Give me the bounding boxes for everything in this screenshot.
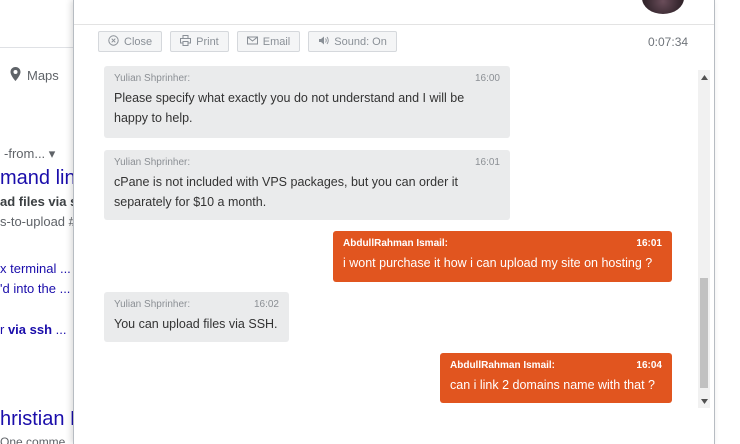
result-link-prefix: r — [0, 322, 8, 337]
message-text: You can upload files via SSH. — [114, 317, 278, 331]
message-time: 16:00 — [474, 73, 500, 84]
message-author: Yulian Shprinher: — [114, 299, 191, 310]
message-text: cPane is not included with VPS packages,… — [114, 175, 458, 209]
maps-tab[interactable]: Maps — [10, 67, 59, 84]
email-label: Email — [262, 35, 291, 48]
chat-window: Close Print Email Sound: On 0:07:34 Yuli… — [73, 0, 715, 444]
message-text: Please specify what exactly you do not u… — [114, 91, 465, 125]
message-incoming: Yulian Shprinher: 16:01 cPane is not incl… — [104, 150, 510, 220]
result-link-suffix: ... — [52, 322, 67, 337]
message-incoming: Yulian Shprinher: 16:00 Please specify wh… — [104, 66, 510, 138]
message-text: can i link 2 domains name with that ? — [450, 378, 655, 392]
result-link[interactable]: x terminal ... — [0, 261, 71, 276]
sound-toggle[interactable]: Sound: On — [308, 31, 397, 52]
close-circle-icon — [108, 34, 119, 49]
message-text: i wont purchase it how i can upload my s… — [343, 256, 653, 270]
message-time: 16:01 — [636, 238, 662, 249]
printer-icon — [180, 34, 192, 49]
result-link-bold: via ssh — [7, 322, 53, 337]
message-author: AbdullRahman Ismail: — [450, 360, 556, 371]
message-time: 16:04 — [636, 360, 662, 371]
print-button[interactable]: Print — [170, 31, 229, 52]
result-link[interactable]: 'd into the ... — [0, 281, 70, 296]
result-title[interactable]: hristian K — [0, 408, 83, 431]
scroll-down-icon[interactable] — [698, 394, 710, 408]
chat-toolbar: Close Print Email Sound: On — [98, 31, 397, 52]
sound-label: Sound: On — [334, 35, 387, 48]
message-time: 16:01 — [474, 157, 500, 168]
scrollbar-thumb[interactable] — [700, 278, 708, 388]
message-outgoing: AbdullRahman Ismail: 16:01 i wont purchas… — [333, 231, 672, 282]
avatar — [642, 0, 684, 14]
message-list: Yulian Shprinher: 16:00 Please specify wh… — [74, 66, 699, 406]
result-bold-snippet: ad files via s — [0, 194, 78, 209]
email-button[interactable]: Email — [236, 31, 301, 52]
message-time: 16:02 — [253, 299, 279, 310]
chat-timer: 0:07:34 — [648, 35, 689, 49]
message-author: Yulian Shprinher: — [114, 73, 191, 84]
envelope-icon — [246, 35, 258, 49]
message-incoming: Yulian Shprinher: 16:02 You can upload fi… — [104, 292, 289, 342]
print-label: Print — [196, 35, 219, 48]
result-url: s-to-upload # — [0, 214, 76, 229]
close-label: Close — [124, 35, 153, 48]
scrollbar[interactable] — [698, 70, 710, 408]
close-button[interactable]: Close — [98, 31, 163, 52]
map-pin-icon — [10, 67, 21, 84]
maps-label: Maps — [27, 68, 59, 83]
scroll-up-icon[interactable] — [698, 70, 710, 84]
chat-header — [74, 0, 714, 25]
filter-dropdown[interactable]: -from... ▾ — [4, 146, 55, 162]
message-outgoing: AbdullRahman Ismail: 16:04 can i link 2 d… — [440, 353, 672, 403]
message-author: AbdullRahman Ismail: — [343, 238, 449, 249]
speaker-icon — [318, 35, 329, 49]
result-meta: One comme — [0, 435, 66, 444]
result-link[interactable]: r via ssh ... — [0, 322, 67, 337]
message-author: Yulian Shprinher: — [114, 157, 191, 168]
